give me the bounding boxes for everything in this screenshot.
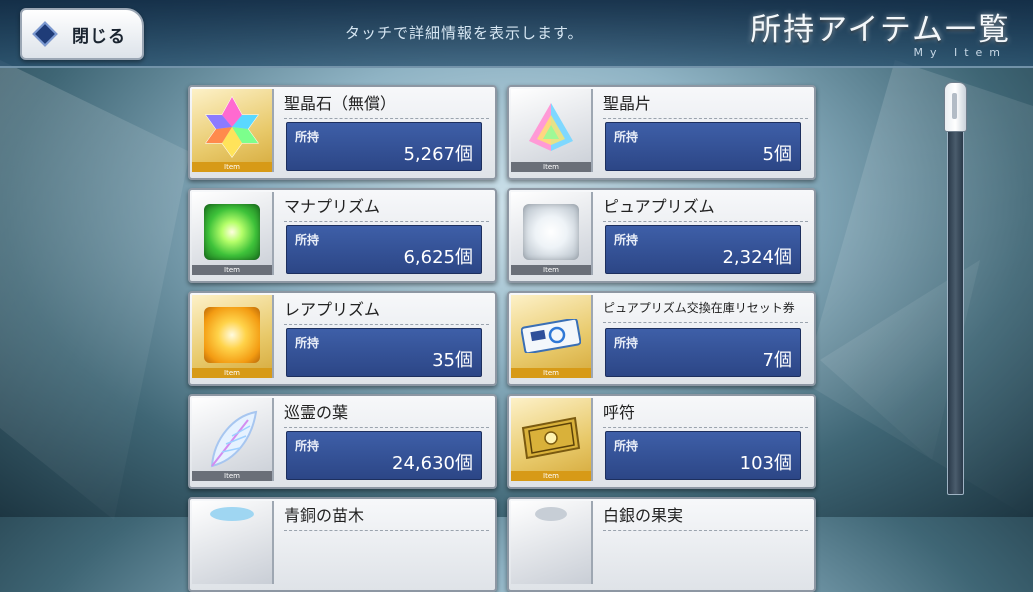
spirit-leaf-icon <box>210 410 258 468</box>
item-tag: Item <box>511 162 591 172</box>
owned-label: 所持 <box>614 130 639 144</box>
item-tag: Item <box>192 368 272 378</box>
owned-label: 所持 <box>295 336 320 350</box>
item-name: 聖晶石（無償） <box>284 90 489 119</box>
saint-quartz-icon <box>205 95 259 158</box>
item-thumbnail: Item <box>511 89 593 172</box>
owned-quantity: 103個 <box>739 453 792 474</box>
item-card[interactable]: 青銅の苗木 <box>188 497 497 592</box>
back-arrow-icon <box>32 21 58 47</box>
item-card[interactable]: Item 呼符 所持 103個 <box>507 394 816 489</box>
silver-fruit-icon <box>535 507 567 521</box>
item-card[interactable]: 白銀の果実 <box>507 497 816 592</box>
item-thumbnail: Item <box>192 192 274 275</box>
owned-label: 所持 <box>295 233 320 247</box>
owned-quantity: 2,324個 <box>722 247 792 268</box>
header-bar: 閉じる タッチで詳細情報を表示します。 所持アイテム一覧 My Item <box>0 0 1033 68</box>
item-card[interactable]: Item 聖晶石（無償） 所持 5,267個 <box>188 85 497 180</box>
quantity-panel: 所持 7個 <box>605 328 801 377</box>
item-card[interactable]: Item レアプリズム 所持 35個 <box>188 291 497 386</box>
touch-hint: タッチで詳細情報を表示します。 <box>345 24 584 42</box>
quantity-panel: 所持 103個 <box>605 431 801 480</box>
item-card[interactable]: Item ピュアプリズム 所持 2,324個 <box>507 188 816 283</box>
item-tag: Item <box>511 471 591 481</box>
item-tag: Item <box>511 368 591 378</box>
item-card[interactable]: Item 聖晶片 所持 5個 <box>507 85 816 180</box>
quartz-fragment-icon <box>529 103 573 151</box>
item-card[interactable]: Item 巡霊の葉 所持 24,630個 <box>188 394 497 489</box>
item-thumbnail: Item <box>511 398 593 481</box>
page-subtitle: My Item <box>913 46 1007 59</box>
item-name: ピュアプリズム <box>603 193 808 222</box>
scrollbar-thumb[interactable] <box>944 82 967 132</box>
owned-label: 所持 <box>295 439 320 453</box>
pure-prism-icon <box>523 204 579 260</box>
quantity-panel: 所持 24,630個 <box>286 431 482 480</box>
summon-ticket-icon <box>521 416 581 460</box>
item-tag: Item <box>192 265 272 275</box>
item-name: マナプリズム <box>284 193 489 222</box>
close-button-label: 閉じる <box>72 26 126 47</box>
item-tag: Item <box>511 265 591 275</box>
item-tag: Item <box>192 162 272 172</box>
item-tag: Item <box>192 471 272 481</box>
item-name: 聖晶片 <box>603 90 808 119</box>
quantity-panel: 所持 2,324個 <box>605 225 801 274</box>
item-thumbnail: Item <box>511 192 593 275</box>
quantity-panel: 所持 5個 <box>605 122 801 171</box>
scrollbar-track[interactable] <box>947 88 964 495</box>
owned-quantity: 35個 <box>432 350 473 371</box>
owned-quantity: 6,625個 <box>403 247 473 268</box>
owned-label: 所持 <box>295 130 320 144</box>
quantity-panel: 所持 6,625個 <box>286 225 482 274</box>
reset-ticket-icon <box>521 319 581 353</box>
page-title: 所持アイテム一覧 <box>750 12 1011 48</box>
quantity-panel: 所持 35個 <box>286 328 482 377</box>
item-name: レアプリズム <box>284 296 489 325</box>
quantity-panel: 所持 5,267個 <box>286 122 482 171</box>
background-facet <box>0 60 190 520</box>
mana-prism-icon <box>204 204 260 260</box>
item-card[interactable]: Item ピュアプリズム交換在庫リセット券 所持 7個 <box>507 291 816 386</box>
item-name: 巡霊の葉 <box>284 399 489 428</box>
owned-label: 所持 <box>614 336 639 350</box>
owned-label: 所持 <box>614 439 639 453</box>
owned-quantity: 5個 <box>762 144 792 165</box>
item-thumbnail <box>192 501 274 584</box>
background-facet <box>803 60 1033 520</box>
rare-prism-icon <box>204 307 260 363</box>
item-thumbnail <box>511 501 593 584</box>
item-name: ピュアプリズム交換在庫リセット券 <box>603 299 808 323</box>
close-button[interactable]: 閉じる <box>20 8 144 60</box>
item-card[interactable]: Item マナプリズム 所持 6,625個 <box>188 188 497 283</box>
item-thumbnail: Item <box>511 295 593 378</box>
owned-label: 所持 <box>614 233 639 247</box>
bronze-sapling-icon <box>210 507 254 521</box>
owned-quantity: 5,267個 <box>403 144 473 165</box>
item-thumbnail: Item <box>192 398 274 481</box>
item-name: 呼符 <box>603 399 808 428</box>
owned-quantity: 24,630個 <box>392 453 473 474</box>
owned-quantity: 7個 <box>762 350 792 371</box>
item-thumbnail: Item <box>192 89 274 172</box>
item-thumbnail: Item <box>192 295 274 378</box>
